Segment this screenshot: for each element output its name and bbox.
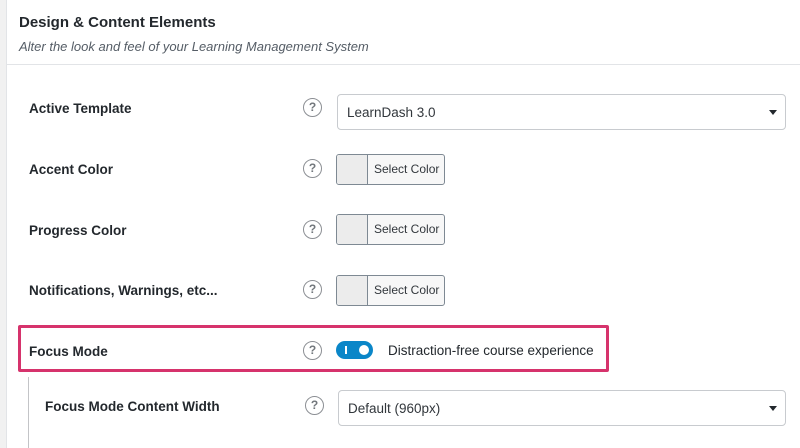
help-icon[interactable]: ? <box>303 98 322 117</box>
toggle-knob <box>359 345 369 355</box>
caret-down-icon <box>769 110 777 115</box>
focus-mode-description: Distraction-free course experience <box>388 343 594 358</box>
sub-setting-guide <box>28 377 29 448</box>
active-template-select[interactable]: LearnDash 3.0 <box>337 94 786 130</box>
accent-color-label: Accent Color <box>29 162 114 177</box>
color-swatch <box>337 215 368 244</box>
color-swatch <box>337 276 368 305</box>
select-color-button[interactable]: Select Color <box>374 222 439 236</box>
select-color-button[interactable]: Select Color <box>374 283 439 297</box>
settings-panel: Design & Content Elements Alter the look… <box>6 0 800 448</box>
panel-title: Design & Content Elements <box>19 14 216 31</box>
focus-mode-toggle[interactable] <box>336 341 373 359</box>
help-icon[interactable]: ? <box>303 280 322 299</box>
color-swatch <box>337 155 368 184</box>
focus-width-label: Focus Mode Content Width <box>45 399 220 414</box>
help-icon[interactable]: ? <box>305 396 324 415</box>
help-icon[interactable]: ? <box>303 341 322 360</box>
help-icon[interactable]: ? <box>303 220 322 239</box>
select-color-button[interactable]: Select Color <box>374 162 439 176</box>
caret-down-icon <box>769 406 777 411</box>
active-template-value: LearnDash 3.0 <box>347 105 436 120</box>
active-template-label: Active Template <box>29 101 132 116</box>
focus-mode-label: Focus Mode <box>29 344 108 359</box>
accent-color-picker[interactable]: Select Color <box>336 154 445 185</box>
focus-width-select[interactable]: Default (960px) <box>338 390 786 426</box>
notifications-color-label: Notifications, Warnings, etc... <box>29 283 218 298</box>
panel-header: Design & Content Elements Alter the look… <box>7 0 800 65</box>
panel-subtitle: Alter the look and feel of your Learning… <box>19 39 369 54</box>
toggle-on-indicator <box>345 346 347 354</box>
progress-color-label: Progress Color <box>29 223 127 238</box>
progress-color-picker[interactable]: Select Color <box>336 214 445 245</box>
notifications-color-picker[interactable]: Select Color <box>336 275 445 306</box>
focus-width-value: Default (960px) <box>348 401 441 416</box>
help-icon[interactable]: ? <box>303 159 322 178</box>
